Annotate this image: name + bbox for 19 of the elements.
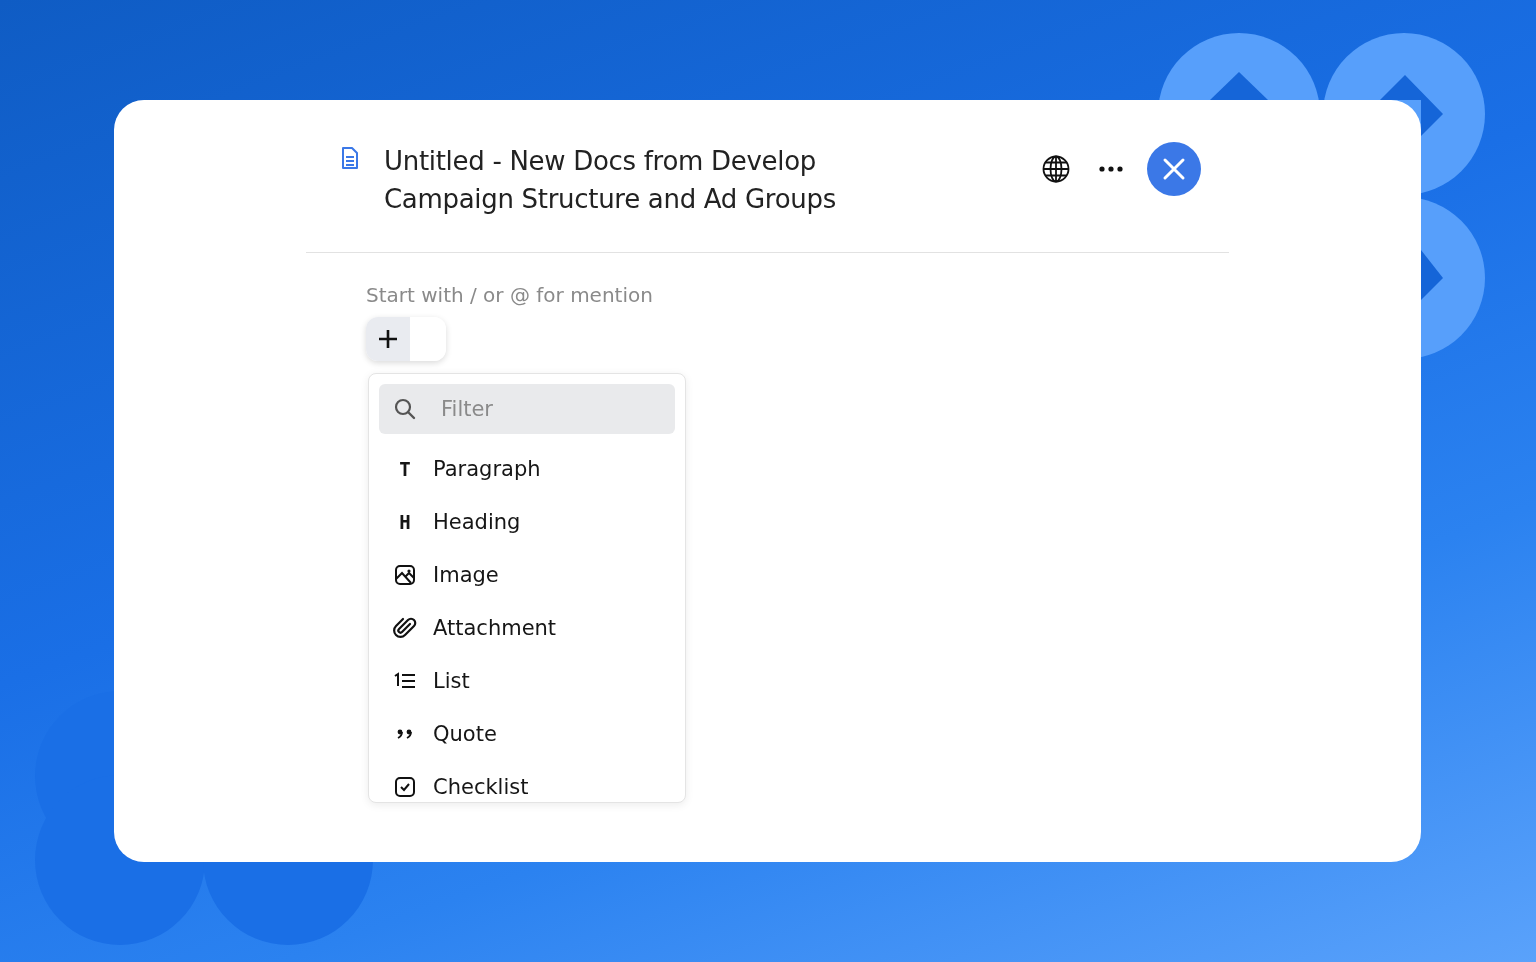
heading-icon: H bbox=[393, 510, 417, 533]
image-icon bbox=[393, 562, 417, 587]
close-icon bbox=[1162, 157, 1186, 181]
menu-item[interactable]: Image bbox=[379, 548, 675, 601]
filter-field[interactable]: Filter bbox=[379, 384, 675, 434]
menu-item[interactable]: H Heading bbox=[379, 495, 675, 548]
document-title: Untitled - New Docs from Develop Campaign Structure and Ad Groups bbox=[384, 145, 837, 216]
menu-item[interactable]: List bbox=[379, 654, 675, 707]
plus-icon bbox=[378, 329, 398, 349]
menu-item[interactable]: T Paragraph bbox=[379, 442, 675, 495]
menu-item[interactable]: Attachment bbox=[379, 601, 675, 654]
close-button[interactable] bbox=[1147, 142, 1201, 196]
menu-item[interactable]: Quote bbox=[379, 707, 675, 760]
paperclip-icon bbox=[393, 615, 417, 640]
paragraph-icon: T bbox=[393, 457, 417, 480]
checkbox-icon bbox=[393, 774, 417, 799]
add-block-button[interactable] bbox=[366, 317, 446, 361]
menu-item[interactable]: Checklist bbox=[379, 760, 675, 802]
editor-placeholder[interactable]: Start with / or @ for mention bbox=[366, 283, 653, 307]
